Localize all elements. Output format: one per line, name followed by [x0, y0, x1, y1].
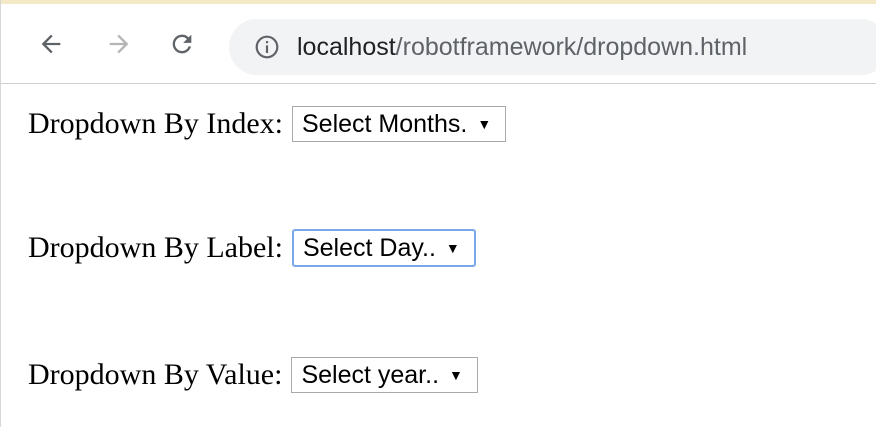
browser-window: localhost/robotframework/dropdown.html D… [0, 0, 876, 427]
dropdown-value-label: Dropdown By Value: [28, 358, 283, 391]
info-icon[interactable] [253, 33, 281, 61]
dropdown-label-label: Dropdown By Label: [28, 231, 283, 264]
dropdown-index-label: Dropdown By Index: [28, 107, 283, 140]
chevron-down-icon: ▼ [449, 367, 463, 383]
months-dropdown-value: Select Months. [301, 109, 468, 138]
chevron-down-icon: ▼ [477, 116, 492, 132]
year-dropdown-value: Select year.. [301, 360, 440, 389]
year-dropdown[interactable]: Select year.. ▼ [291, 357, 478, 393]
day-dropdown-value: Select Day.. [302, 233, 436, 262]
url-host: localhost [297, 33, 396, 61]
page-content: Dropdown By Index: Select Months. ▼ Drop… [1, 84, 876, 427]
chevron-down-icon: ▼ [445, 240, 460, 256]
info-circle-icon [255, 35, 279, 59]
arrow-right-icon [109, 34, 129, 54]
day-dropdown[interactable]: Select Day.. ▼ [291, 229, 476, 267]
reload-button[interactable] [164, 26, 200, 62]
url-path: /robotframework/dropdown.html [395, 33, 748, 61]
forward-button[interactable] [101, 26, 137, 62]
url-text[interactable]: localhost/robotframework/dropdown.html [297, 32, 747, 62]
dropdown-row-index: Dropdown By Index: Select Months. ▼ [28, 106, 507, 142]
reload-icon [172, 34, 192, 54]
browser-toolbar: localhost/robotframework/dropdown.html [1, 4, 876, 84]
months-dropdown[interactable]: Select Months. ▼ [291, 106, 507, 142]
dropdown-row-label: Dropdown By Label: Select Day.. ▼ [28, 229, 476, 267]
address-bar[interactable]: localhost/robotframework/dropdown.html [229, 19, 876, 75]
back-button[interactable] [33, 26, 69, 62]
arrow-left-icon [41, 34, 61, 54]
dropdown-row-value: Dropdown By Value: Select year.. ▼ [28, 357, 478, 393]
